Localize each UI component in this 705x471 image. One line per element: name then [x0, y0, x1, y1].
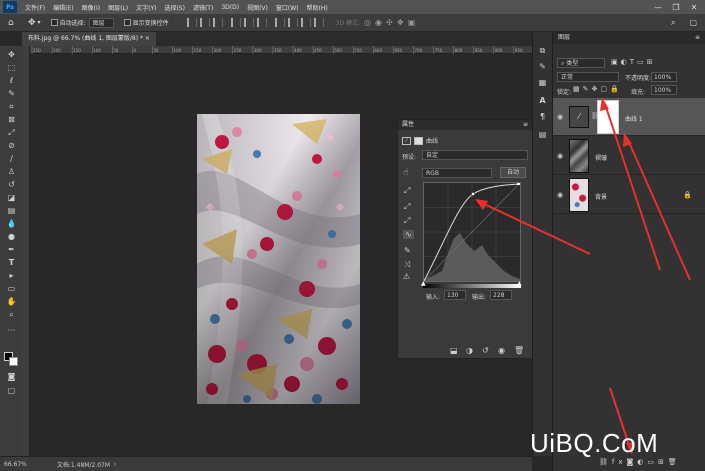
- annotation-arrows: [475, 97, 691, 455]
- watermark: UiBQ.CoM: [530, 428, 659, 458]
